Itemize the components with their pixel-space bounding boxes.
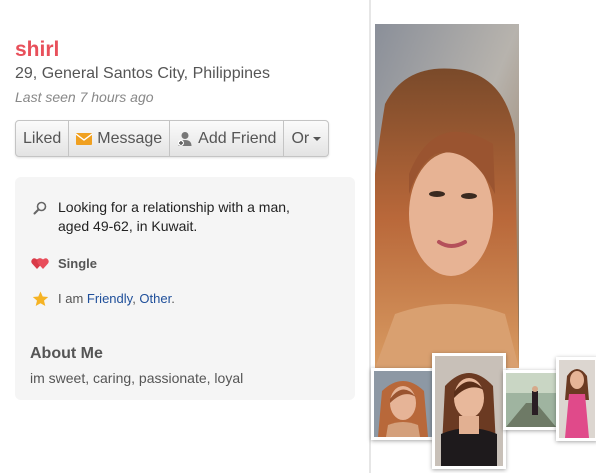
- last-seen: Last seen 7 hours ago: [15, 89, 154, 105]
- liked-label: Liked: [23, 129, 62, 147]
- traits-end: .: [171, 291, 175, 306]
- details-panel: Looking for a relationship with a man, a…: [15, 177, 355, 400]
- photo-thumbnail-4[interactable]: [556, 357, 596, 441]
- traits-row: I am Friendly, Other.: [30, 291, 175, 307]
- hearts-icon: [30, 256, 50, 270]
- trait-link-friendly[interactable]: Friendly: [87, 291, 132, 306]
- add-friend-button[interactable]: Add Friend: [170, 121, 285, 156]
- liked-button[interactable]: Liked: [16, 121, 70, 156]
- star-icon: [30, 291, 50, 307]
- photo-thumbnail-3[interactable]: [503, 370, 559, 430]
- traits-prefix: I am: [58, 291, 87, 306]
- about-text: im sweet, caring, passionate, loyal: [30, 370, 244, 386]
- add-friend-label: Add Friend: [198, 129, 277, 147]
- magnifier-icon: [30, 201, 50, 215]
- seeking-row: Looking for a relationship with a man, a…: [30, 198, 313, 236]
- profile-location: 29, General Santos City, Philippines: [15, 65, 270, 82]
- more-label: Or: [291, 129, 310, 147]
- photo-thumbnail-1[interactable]: [371, 368, 435, 440]
- relationship-status: Single: [58, 256, 98, 271]
- more-dropdown[interactable]: Or: [284, 121, 328, 156]
- message-label: Message: [97, 129, 163, 147]
- message-button[interactable]: Message: [69, 121, 171, 156]
- main-profile-photo[interactable]: [375, 24, 519, 368]
- about-heading: About Me: [30, 345, 103, 362]
- traits-text: I am Friendly, Other.: [58, 291, 175, 306]
- chevron-down-icon: [313, 136, 322, 141]
- action-bar: Liked Message Add Friend Or: [15, 120, 330, 157]
- seeking-text: Looking for a relationship with a man, a…: [58, 199, 290, 234]
- profile-name: shirl: [15, 38, 60, 61]
- envelope-icon: [76, 132, 93, 145]
- status-row: Single: [30, 256, 97, 271]
- photo-thumbnail-2[interactable]: [432, 353, 506, 469]
- person-add-icon: [177, 131, 193, 147]
- trait-link-other[interactable]: Other: [139, 291, 171, 306]
